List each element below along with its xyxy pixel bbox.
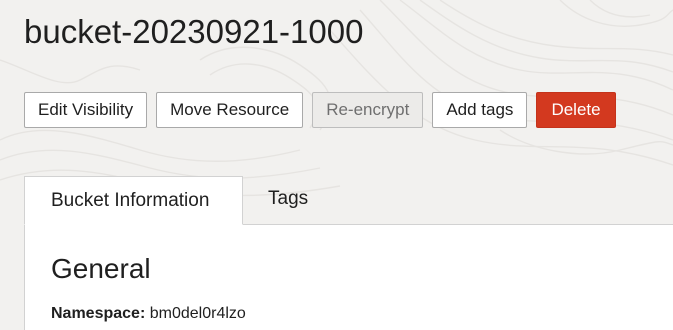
namespace-label: Namespace: [51, 305, 146, 322]
reencrypt-button[interactable]: Re-encrypt [312, 92, 424, 128]
add-tags-button[interactable]: Add tags [432, 92, 528, 128]
tab-bucket-information[interactable]: Bucket Information [24, 176, 243, 225]
move-resource-button[interactable]: Move Resource [156, 92, 304, 128]
delete-button[interactable]: Delete [536, 92, 616, 128]
namespace-value: bm0del0r4lzo [149, 305, 246, 322]
edit-visibility-button[interactable]: Edit Visibility [24, 92, 148, 128]
namespace-field: Namespace: bm0del0r4lzo [51, 305, 246, 323]
detail-tabs: Bucket Information Tags [24, 176, 332, 225]
page-title: bucket-20230921-1000 [24, 13, 364, 50]
action-toolbar: Edit Visibility Move Resource Re-encrypt… [24, 92, 616, 128]
general-section-title: General [51, 253, 151, 284]
tab-tags[interactable]: Tags [243, 176, 332, 225]
bucket-details-panel: General Namespace: bm0del0r4lzo [24, 224, 673, 330]
